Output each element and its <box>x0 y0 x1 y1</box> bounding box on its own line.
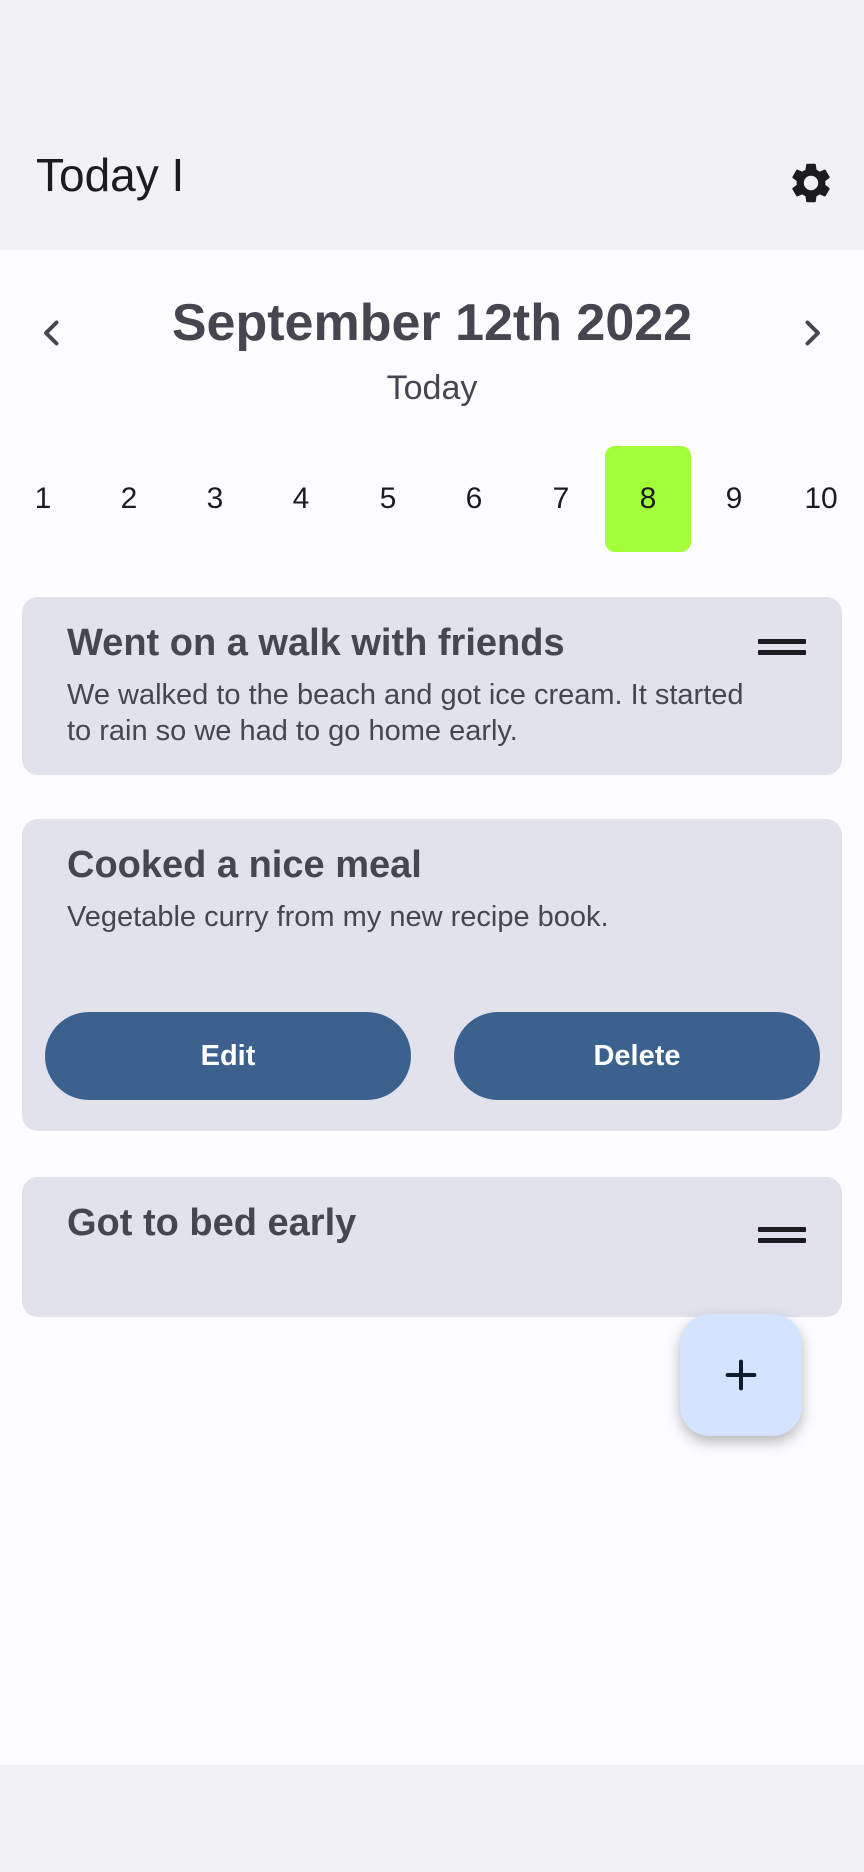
day-1[interactable]: 1 <box>0 446 86 552</box>
day-2[interactable]: 2 <box>86 446 172 552</box>
main-content: September 12th 2022 Today 1 2 3 4 5 6 7 … <box>0 250 864 1765</box>
system-navigation-bar <box>0 1765 864 1872</box>
edit-button[interactable]: Edit <box>45 1012 411 1100</box>
day-8-selected[interactable]: 8 <box>605 446 691 552</box>
status-bar <box>0 0 864 110</box>
add-entry-button[interactable] <box>680 1314 802 1436</box>
entry-title: Cooked a nice meal <box>67 844 422 886</box>
delete-button[interactable]: Delete <box>454 1012 820 1100</box>
day-3[interactable]: 3 <box>172 446 258 552</box>
entry-card[interactable]: Got to bed early <box>22 1177 842 1317</box>
entry-card[interactable]: Went on a walk with friends We walked to… <box>22 597 842 775</box>
day-7[interactable]: 7 <box>518 446 604 552</box>
plus-icon <box>725 1359 757 1391</box>
day-9[interactable]: 9 <box>691 446 777 552</box>
day-strip: 1 2 3 4 5 6 7 8 9 10 <box>0 446 864 552</box>
entry-title: Got to bed early <box>67 1202 357 1244</box>
drag-handle-icon[interactable] <box>758 637 806 657</box>
settings-button[interactable] <box>782 154 840 212</box>
gear-icon <box>792 163 830 203</box>
entry-card-expanded[interactable]: Cooked a nice meal Vegetable curry from … <box>22 819 842 1131</box>
day-5[interactable]: 5 <box>345 446 431 552</box>
day-6[interactable]: 6 <box>431 446 517 552</box>
date-title: September 12th 2022 <box>171 294 693 352</box>
entry-body: Vegetable curry from my new recipe book. <box>67 901 609 933</box>
next-day-button[interactable] <box>784 305 840 361</box>
drag-handle-icon[interactable] <box>758 1225 806 1245</box>
entry-body: We walked to the beach and got ice cream… <box>67 679 744 747</box>
app-title: Today I <box>36 149 185 201</box>
entry-title: Went on a walk with friends <box>67 622 565 664</box>
day-4[interactable]: 4 <box>258 446 344 552</box>
chevron-right-icon <box>805 320 820 346</box>
day-10[interactable]: 10 <box>778 446 864 552</box>
date-subtitle: Today <box>386 369 478 407</box>
app-bar: Today I <box>0 110 864 250</box>
